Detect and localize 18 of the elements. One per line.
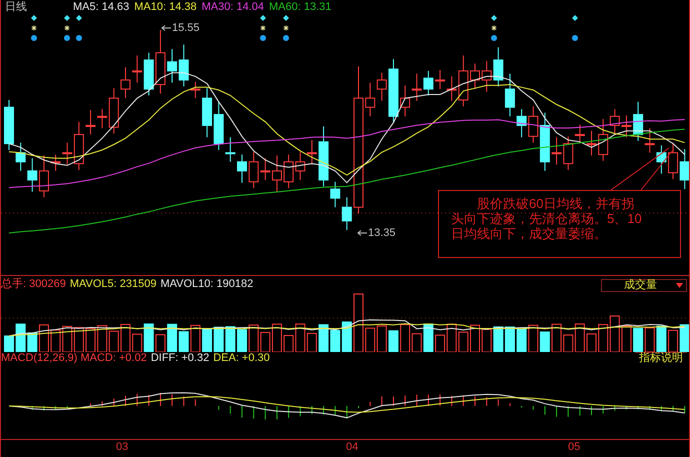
ma-value-label: MA10: 14.38: [134, 0, 197, 14]
date-axis-label: 05: [568, 441, 580, 454]
indicator-value-label: DIFF: +0.32: [150, 352, 210, 364]
price-extreme-label: 15.55: [172, 22, 200, 34]
indicator-dropdown[interactable]: 成交量: [601, 279, 687, 292]
date-axis-label: 03: [116, 441, 128, 454]
indicator-value-label: DEA: +0.30: [213, 352, 270, 364]
chart-period-label: 日线: [5, 0, 27, 14]
ma-value-label: MA5: 14.63: [73, 0, 130, 14]
indicator-value-label: 总手: 300269: [1, 278, 66, 290]
indicator-value-label: MACD(12,26,9) MACD: +0.02: [1, 352, 147, 364]
indicator-value-label: MAVOL5: 231509: [70, 278, 156, 290]
ma-value-label: MA30: 14.04: [202, 0, 264, 14]
ma-value-label: MA60: 13.31: [269, 0, 332, 14]
price-extreme-label: 13.35: [368, 227, 396, 239]
annotation-note: 股价跌破60日均线，并有拐头向下迹象，先清仓离场。5、10日均线向下，成交量萎缩。: [438, 190, 681, 258]
date-axis-label: 04: [346, 441, 358, 454]
indicator-value-label: MAVOL10: 190182: [160, 278, 254, 290]
